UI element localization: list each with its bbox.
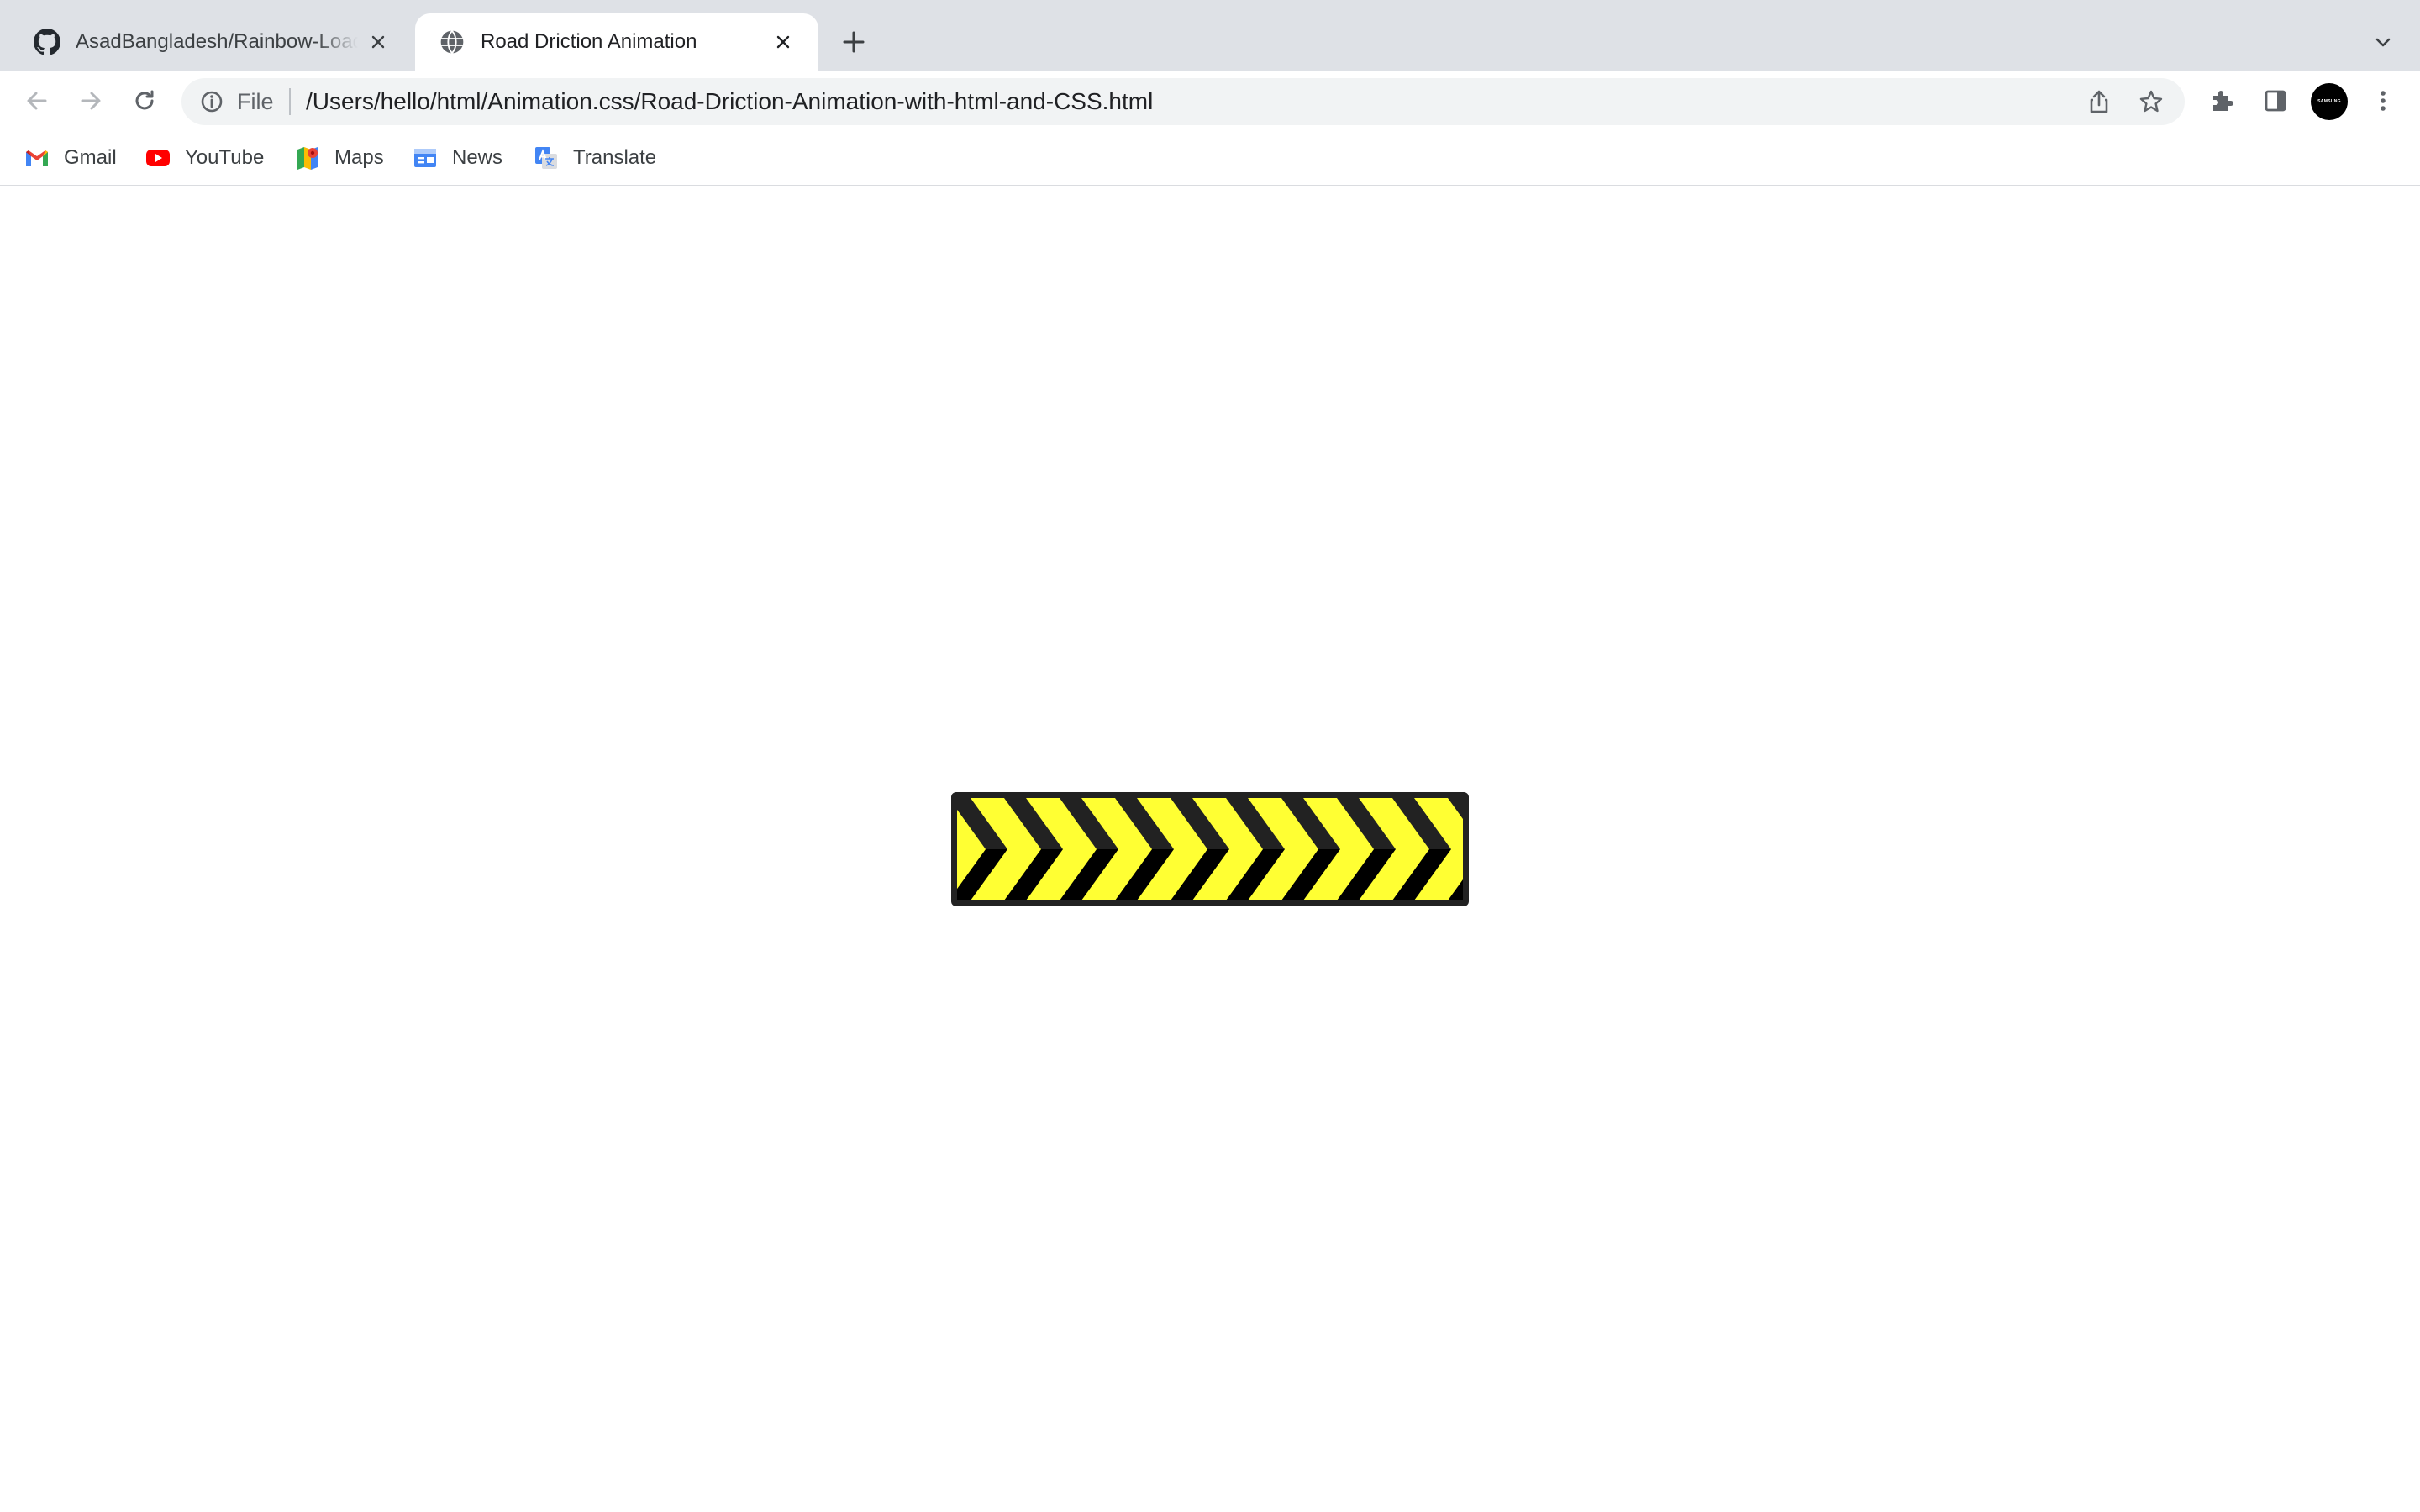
bookmark-translate[interactable]: Translate [533, 143, 656, 173]
arrow-right-icon [81, 92, 101, 110]
github-icon [34, 29, 60, 55]
road-direction-sign [951, 792, 1469, 906]
tab-road-driction[interactable]: Road Driction Animation [415, 13, 818, 71]
bookmark-label: Maps [334, 146, 384, 169]
bookmark-label: News [452, 146, 503, 169]
tab-title: Road Driction Animation [481, 30, 697, 53]
address-bar[interactable]: File /Users/hello/html/Animation.css/Roa… [182, 78, 2185, 125]
bookmark-maps[interactable]: Maps [294, 143, 384, 173]
bookmark-label: Gmail [64, 146, 117, 169]
plus-icon [843, 31, 865, 53]
side-panel-button[interactable] [2260, 86, 2291, 116]
reload-button[interactable] [128, 84, 161, 118]
tab-github[interactable]: AsadBangladesh/Rainbow-Loader [10, 13, 413, 71]
news-icon [414, 149, 436, 167]
more-vert-icon [2381, 91, 2386, 111]
scheme-label: File [237, 89, 274, 114]
share-icon[interactable] [2086, 88, 2112, 115]
url-text[interactable]: /Users/hello/html/Animation.css/Road-Dri… [306, 88, 1153, 115]
forward-button[interactable] [74, 84, 108, 118]
bookmark-youtube[interactable]: YouTube [145, 143, 264, 173]
close-icon[interactable] [771, 30, 795, 54]
tab-strip: AsadBangladesh/Rainbow-Loader Road Drict… [0, 0, 2420, 71]
arrow-left-icon [27, 92, 47, 110]
bookmark-label: Translate [573, 146, 657, 169]
tab-search-button[interactable] [2368, 27, 2398, 57]
tab-title: AsadBangladesh/Rainbow-Loader [76, 30, 358, 53]
browser-toolbar: File /Users/hello/html/Animation.css/Roa… [0, 71, 2420, 131]
back-button[interactable] [20, 84, 54, 118]
side-panel-icon [2265, 90, 2286, 112]
menu-button[interactable] [2368, 86, 2398, 116]
chevron-stripes [957, 798, 1463, 900]
chevron-down-icon [2375, 38, 2391, 47]
gmail-icon [26, 150, 48, 166]
youtube-icon [146, 150, 170, 166]
bookmark-gmail[interactable]: Gmail [24, 143, 117, 173]
maps-icon [297, 147, 318, 170]
translate-icon [535, 147, 557, 169]
profile-avatar[interactable]: SAMSUNG [2311, 83, 2348, 120]
info-icon[interactable] [198, 88, 225, 115]
bookmarks-bar: Gmail YouTube Maps News Translate [0, 131, 2420, 186]
divider [289, 88, 291, 115]
bookmark-label: YouTube [185, 146, 265, 169]
bookmark-news[interactable]: News [412, 143, 502, 173]
puzzle-icon [2213, 91, 2233, 111]
extensions-button[interactable] [2207, 86, 2237, 116]
globe-icon [440, 30, 464, 54]
reload-icon [135, 90, 154, 110]
close-icon[interactable] [366, 30, 390, 54]
new-tab-button[interactable] [837, 25, 871, 59]
star-icon[interactable] [2138, 88, 2165, 115]
